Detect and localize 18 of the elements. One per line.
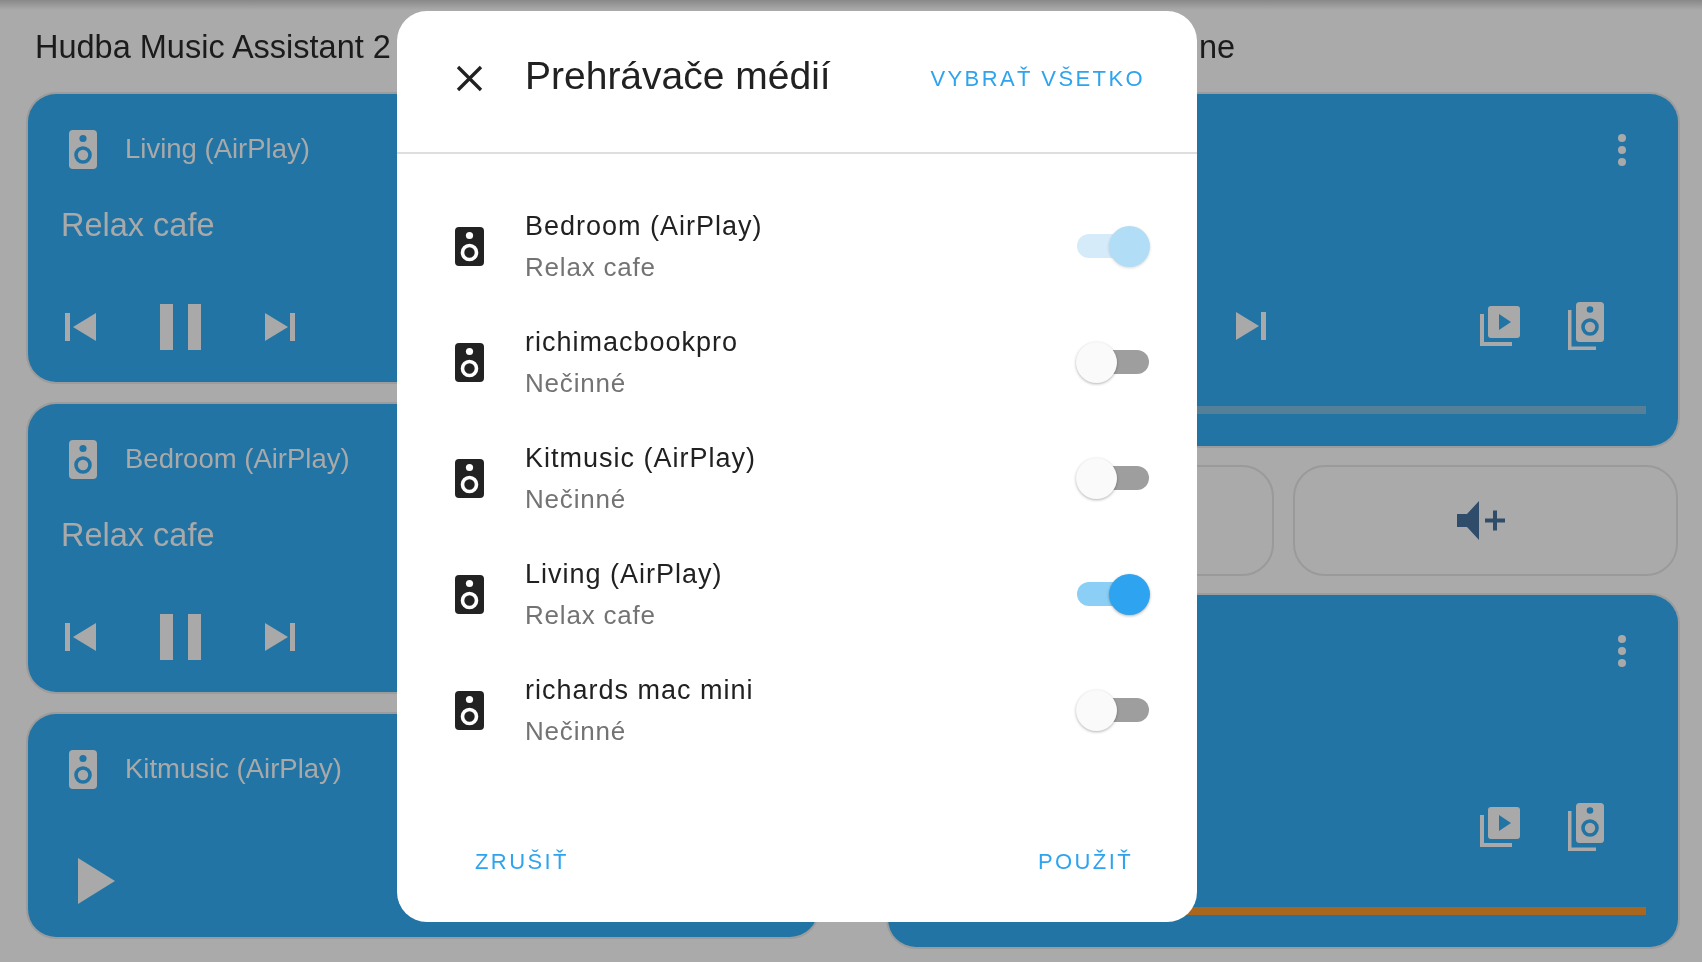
player-name: richards mac mini [525,673,754,707]
player-name: Kitmusic (AirPlay) [525,441,757,475]
player-status: Nečinné [525,482,626,516]
player-status: Relax cafe [525,250,656,284]
media-title: Relax cafe [61,516,215,555]
player-name: richimacbookpro [525,325,739,359]
dialog-title: Prehrávače médií [525,52,831,99]
player-name: Living (AirPlay) [125,132,310,166]
player-name: Bedroom (AirPlay) [525,209,763,243]
player-name: Kitmusic (AirPlay) [125,752,342,786]
column-heading: Hudba Music Assistant 2 [35,28,391,66]
player-name: Bedroom (AirPlay) [125,442,350,476]
player-name: Living (AirPlay) [525,557,723,591]
player-status: Relax cafe [525,598,656,632]
media-title: Relax cafe [61,206,215,245]
player-status: Nečinné [525,714,626,748]
player-status: Nečinné [525,366,626,400]
column-heading: ne [1199,28,1236,66]
